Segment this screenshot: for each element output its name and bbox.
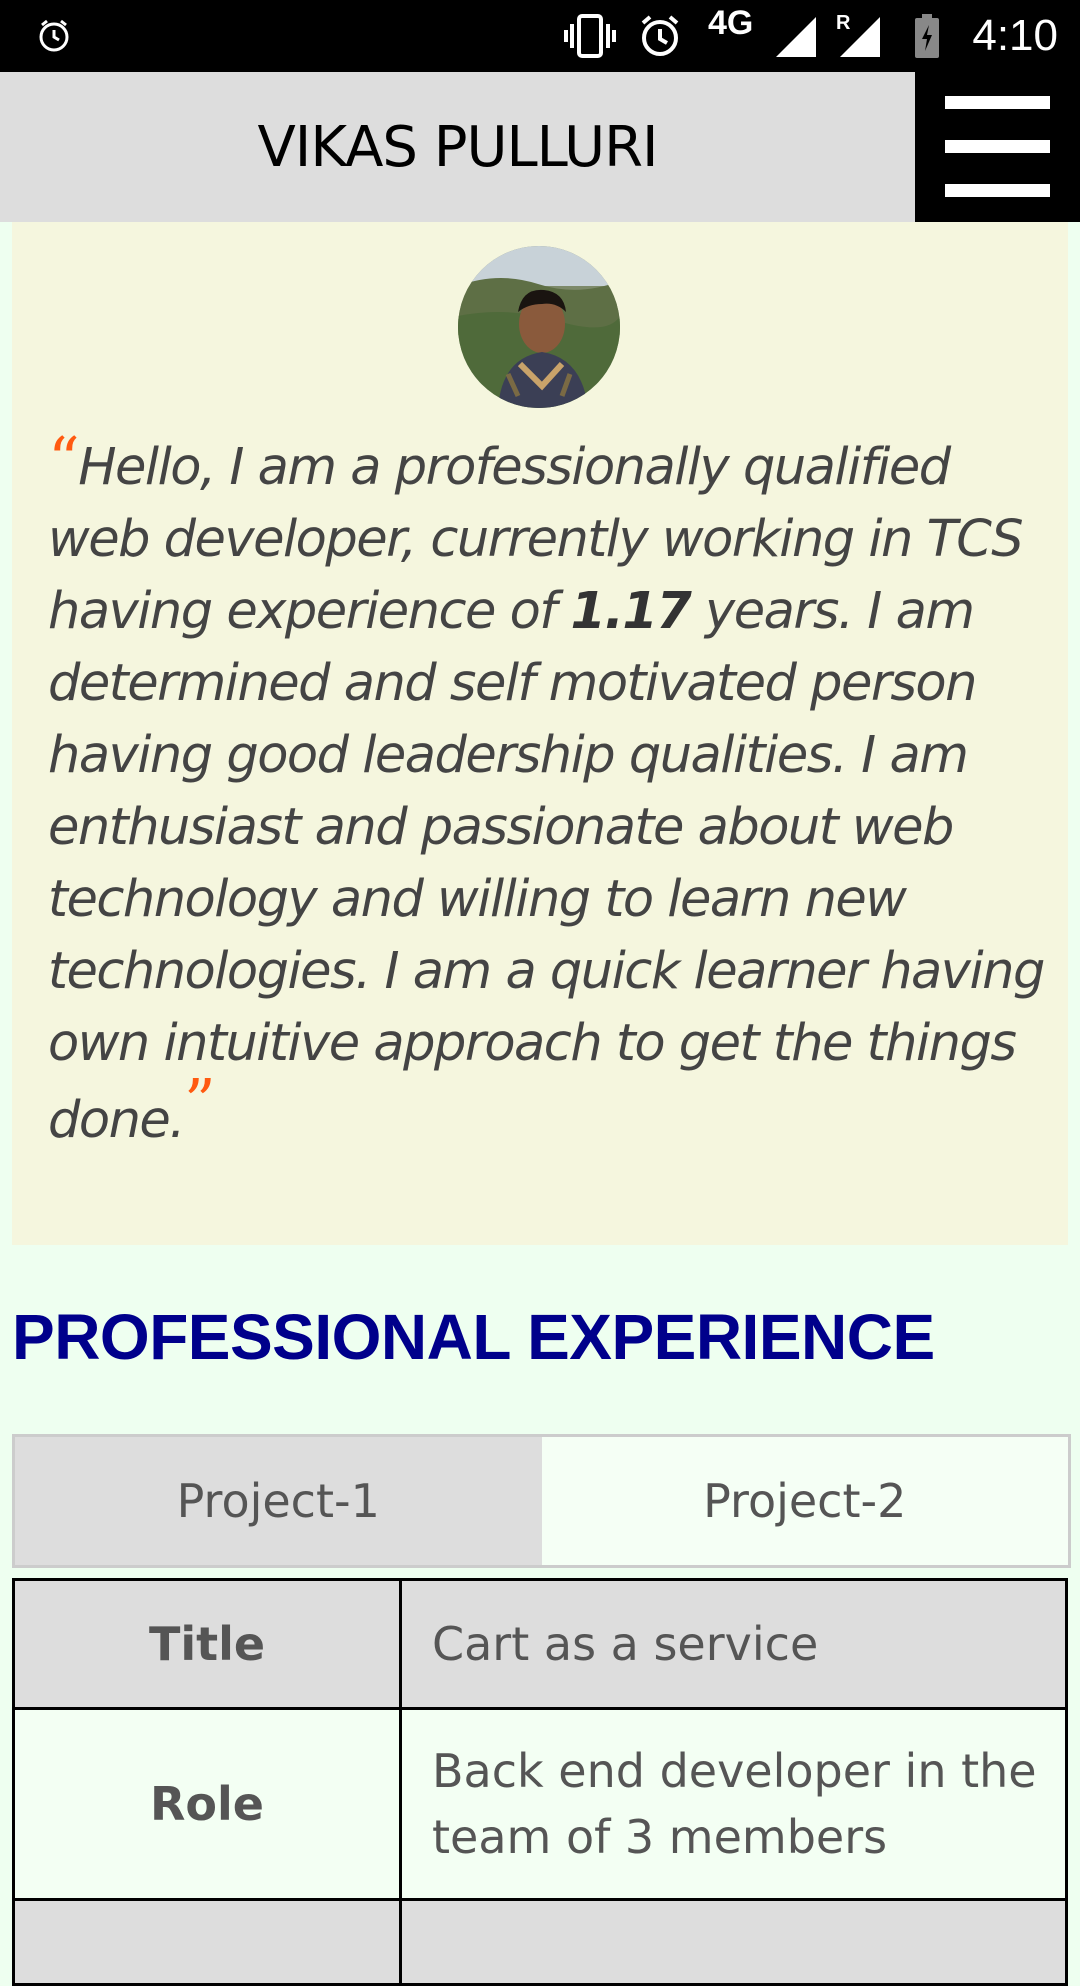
signal-icon bbox=[772, 0, 818, 72]
row-value: Cart as a service bbox=[399, 1578, 1068, 1710]
project-tabs: Project-1 Project-2 bbox=[12, 1434, 1071, 1568]
roaming-signal-icon bbox=[836, 0, 882, 72]
alarm-icon bbox=[636, 0, 684, 72]
vibrate-icon bbox=[562, 0, 618, 72]
network-type: 4G bbox=[708, 4, 754, 42]
table-row: Title Cart as a service bbox=[12, 1578, 1068, 1710]
clock: 4:10 bbox=[972, 11, 1058, 60]
hamburger-menu-button[interactable] bbox=[915, 72, 1080, 222]
profile-avatar bbox=[458, 246, 620, 408]
experience-years: 1.17 bbox=[570, 582, 691, 641]
close-quote-mark: ” bbox=[184, 1065, 216, 1138]
row-key: Title bbox=[12, 1578, 402, 1710]
row-key: Role bbox=[12, 1707, 402, 1901]
table-row bbox=[12, 1898, 1068, 1986]
table-row: Role Back end developer in the team of 3… bbox=[12, 1707, 1068, 1901]
row-key bbox=[12, 1898, 402, 1986]
battery-charging-icon bbox=[912, 0, 942, 72]
row-value: Back end developer in the team of 3 memb… bbox=[399, 1707, 1068, 1901]
open-quote-mark: “ bbox=[48, 423, 80, 496]
status-bar: 4G R 4:10 bbox=[0, 0, 1080, 72]
alarm-clock-icon bbox=[34, 0, 74, 72]
row-value bbox=[399, 1898, 1068, 1986]
tab-project-1[interactable]: Project-1 bbox=[15, 1437, 542, 1565]
page-title: VIKAS PULLURI bbox=[257, 114, 659, 180]
project-details-table: Title Cart as a service Role Back end de… bbox=[12, 1578, 1068, 1986]
section-title: PROFESSIONAL EXPERIENCE bbox=[12, 1301, 935, 1373]
tab-project-2[interactable]: Project-2 bbox=[541, 1437, 1068, 1565]
intro-quote: “Hello, I am a professionally qualified … bbox=[48, 424, 1048, 1157]
